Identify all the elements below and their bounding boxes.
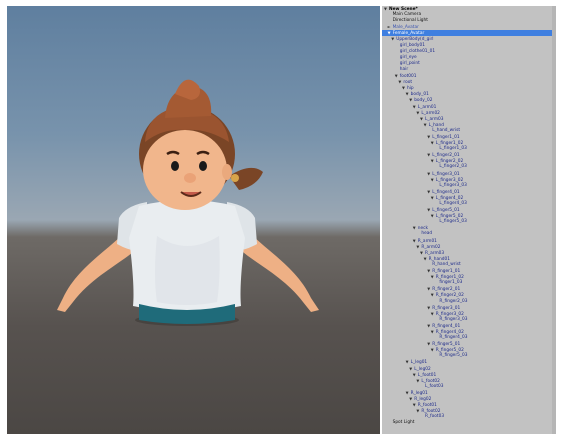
right-eye	[199, 161, 207, 171]
ear	[222, 164, 232, 180]
avatar-render	[57, 79, 319, 326]
scene-viewport[interactable]	[7, 6, 380, 434]
hierarchy-item-label: Spot Light	[392, 420, 415, 426]
face	[143, 130, 227, 210]
hierarchy-tree: ▼ New Scene* Main Camera Directional Light ►…	[382, 6, 556, 426]
hair-tie	[231, 174, 239, 182]
hierarchy-panel[interactable]: ▼ New Scene* Main Camera Directional Light ►…	[382, 6, 556, 434]
left-eye	[171, 161, 179, 171]
hierarchy-scrollbar[interactable]	[552, 6, 556, 434]
nose	[184, 173, 196, 183]
hierarchy-item[interactable]: Spot Light	[382, 420, 556, 426]
